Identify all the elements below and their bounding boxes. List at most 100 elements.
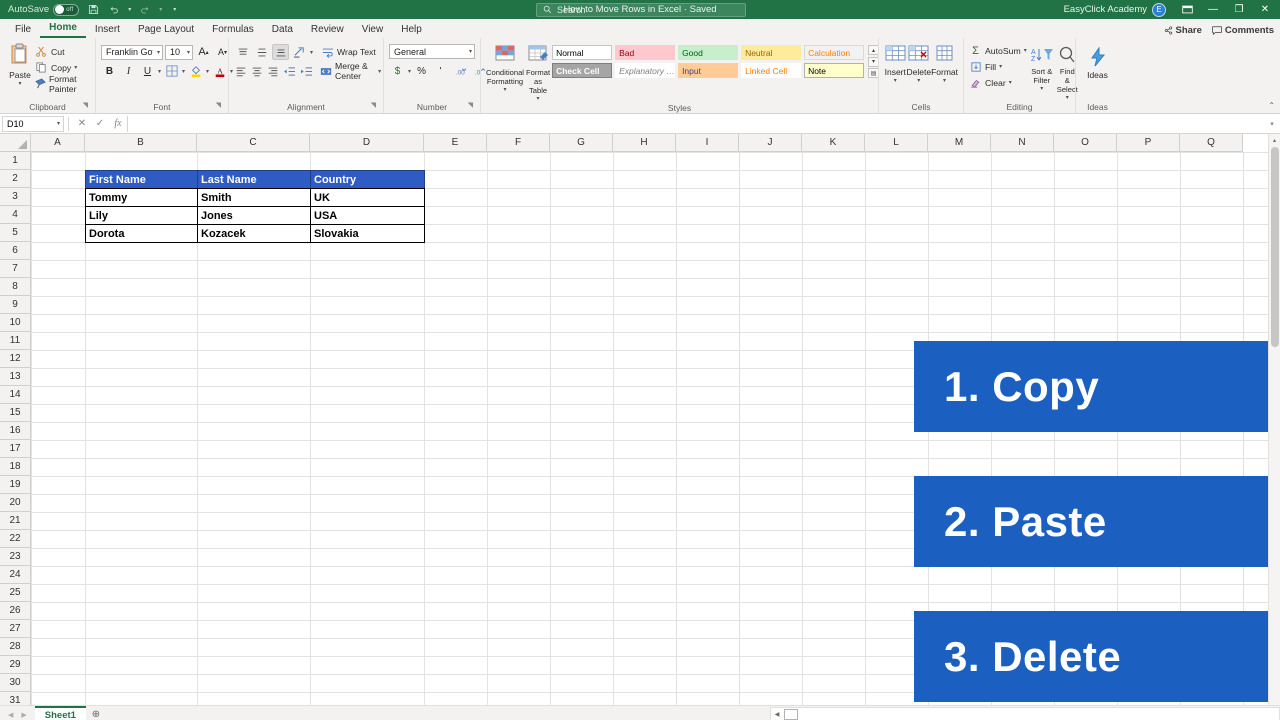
share-button[interactable]: Share (1164, 25, 1202, 36)
align-bottom-button[interactable] (272, 44, 289, 60)
horizontal-scroll-thumb[interactable] (784, 709, 798, 720)
table-data-cell[interactable]: Jones (197, 206, 311, 225)
font-color-icon[interactable]: A (211, 63, 228, 79)
cancel-icon[interactable]: ✕ (73, 118, 91, 129)
table-data-cell[interactable]: Tommy (85, 188, 198, 207)
row-header-27[interactable]: 27 (0, 620, 31, 638)
row-header-28[interactable]: 28 (0, 638, 31, 656)
row-header-12[interactable]: 12 (0, 350, 31, 368)
autosum-button[interactable]: Σ AutoSum ▾ (969, 43, 1027, 58)
sheet-nav-first[interactable]: ◀ (8, 711, 13, 719)
row-header-8[interactable]: 8 (0, 278, 31, 296)
row-header-23[interactable]: 23 (0, 548, 31, 566)
maximize-button[interactable]: ❐ (1226, 0, 1252, 19)
column-header-E[interactable]: E (424, 134, 487, 152)
sheet-tabs[interactable]: Sheet1 (34, 705, 86, 720)
ideas-button[interactable]: Ideas (1081, 44, 1114, 81)
sort-filter-caret[interactable]: ▾ (1040, 86, 1043, 93)
cell-style-input[interactable]: Input (678, 63, 739, 78)
formula-input[interactable] (127, 115, 1264, 132)
insert-cells-caret[interactable]: ▾ (894, 78, 897, 85)
comments-button[interactable]: Comments (1212, 25, 1274, 36)
number-format-select[interactable]: General ▾ (389, 44, 475, 59)
ribbon-tab-view[interactable]: View (353, 22, 393, 38)
select-all-button[interactable] (0, 134, 31, 152)
align-left-button[interactable] (234, 63, 248, 79)
number-dialog-launcher[interactable]: ◥ (468, 100, 473, 112)
column-header-P[interactable]: P (1117, 134, 1180, 152)
align-middle-button[interactable] (253, 44, 270, 60)
increase-font-size-button[interactable]: A ▴ (195, 44, 212, 60)
column-header-C[interactable]: C (197, 134, 310, 152)
autosum-caret[interactable]: ▾ (1024, 47, 1027, 54)
percent-format-button[interactable]: % (413, 63, 430, 79)
insert-function-icon[interactable]: fx (109, 118, 127, 129)
table-header-cell[interactable]: Last Name (197, 170, 311, 189)
autosave-toggle[interactable]: AutoSave off (8, 3, 80, 16)
row-header-3[interactable]: 3 (0, 188, 31, 206)
row-header-18[interactable]: 18 (0, 458, 31, 476)
format-cells-caret[interactable]: ▾ (943, 78, 946, 85)
ribbon-tab-insert[interactable]: Insert (86, 22, 129, 38)
scroll-up-arrow[interactable]: ▴ (1269, 134, 1280, 146)
table-data-cell[interactable]: Dorota (85, 224, 198, 243)
delete-cells-caret[interactable]: ▾ (917, 78, 920, 85)
clear-caret[interactable]: ▾ (1009, 79, 1012, 86)
undo-icon[interactable] (107, 3, 121, 17)
copy-dropdown-caret[interactable]: ▾ (74, 64, 77, 71)
table-header-cell[interactable]: First Name (85, 170, 198, 189)
column-header-K[interactable]: K (802, 134, 865, 152)
merge-center-button[interactable]: Merge & Center ▾ (320, 61, 381, 81)
format-cells-button[interactable]: Format ▾ (931, 42, 958, 84)
row-header-19[interactable]: 19 (0, 476, 31, 494)
spreadsheet-grid[interactable]: ABCDEFGHIJKLMNOPQ 1 2 3 4 5 6 7 8 9 10 11 12 13 14 15 1… (0, 134, 1280, 705)
search-input[interactable]: Search (536, 3, 746, 17)
orientation-dropdown-caret[interactable]: ▾ (310, 49, 313, 56)
scroll-left-arrow[interactable]: ◀ (771, 711, 783, 718)
conditional-formatting-caret[interactable]: ▾ (503, 87, 506, 94)
collapse-ribbon-button[interactable]: ⌃ (1268, 101, 1275, 110)
cell-style-check-cell[interactable]: Check Cell (552, 63, 613, 78)
column-header-Q[interactable]: Q (1180, 134, 1243, 152)
row-header-6[interactable]: 6 (0, 242, 31, 260)
account-name[interactable]: EasyClick Academy (1064, 4, 1147, 15)
table-data-cell[interactable]: Slovakia (310, 224, 425, 243)
sort-filter-button[interactable]: AZ Sort & Filter ▾ (1030, 43, 1054, 92)
underline-button[interactable]: U (139, 63, 156, 79)
table-data-cell[interactable]: Smith (197, 188, 311, 207)
cell-style-bad[interactable]: Bad (615, 45, 676, 60)
column-header-N[interactable]: N (991, 134, 1054, 152)
row-header-11[interactable]: 11 (0, 332, 31, 350)
increase-decimal-icon[interactable]: .00 (451, 63, 468, 79)
delete-cells-button[interactable]: Delete ▾ (907, 42, 931, 85)
align-right-button[interactable] (266, 63, 280, 79)
row-header-20[interactable]: 20 (0, 494, 31, 512)
alignment-dialog-launcher[interactable]: ◥ (371, 100, 376, 112)
column-header-F[interactable]: F (487, 134, 550, 152)
ribbon-tab-file[interactable]: File (6, 22, 40, 38)
close-button[interactable]: ✕ (1252, 0, 1278, 19)
row-header-17[interactable]: 17 (0, 440, 31, 458)
redo-icon[interactable] (138, 3, 152, 17)
increase-indent-icon[interactable] (299, 63, 314, 79)
row-header-29[interactable]: 29 (0, 656, 31, 674)
sheet-nav-last[interactable]: ▶ (21, 711, 26, 719)
bold-button[interactable]: B (101, 63, 118, 79)
autosave-switch[interactable]: off (53, 3, 80, 16)
format-as-table-caret[interactable]: ▾ (537, 96, 540, 103)
table-data-cell[interactable]: Lily (85, 206, 198, 225)
cell-style-linked-cell[interactable]: Linked Cell (741, 63, 802, 78)
row-header-4[interactable]: 4 (0, 206, 31, 224)
comma-format-button[interactable]: ' (432, 63, 449, 79)
cell-style-neutral[interactable]: Neutral (741, 45, 802, 60)
currency-dropdown-caret[interactable]: ▾ (408, 68, 411, 75)
format-as-table-button[interactable]: Format as Table ▾ (526, 42, 550, 102)
ribbon-tab-home[interactable]: Home (40, 20, 86, 38)
save-icon[interactable] (86, 3, 100, 17)
row-header-30[interactable]: 30 (0, 674, 31, 692)
column-header-B[interactable]: B (85, 134, 197, 152)
borders-icon[interactable] (163, 63, 180, 79)
minimize-button[interactable]: — (1200, 0, 1226, 19)
table-header-cell[interactable]: Country (310, 170, 425, 189)
sheet-tab-sheet1[interactable]: Sheet1 (34, 705, 86, 720)
